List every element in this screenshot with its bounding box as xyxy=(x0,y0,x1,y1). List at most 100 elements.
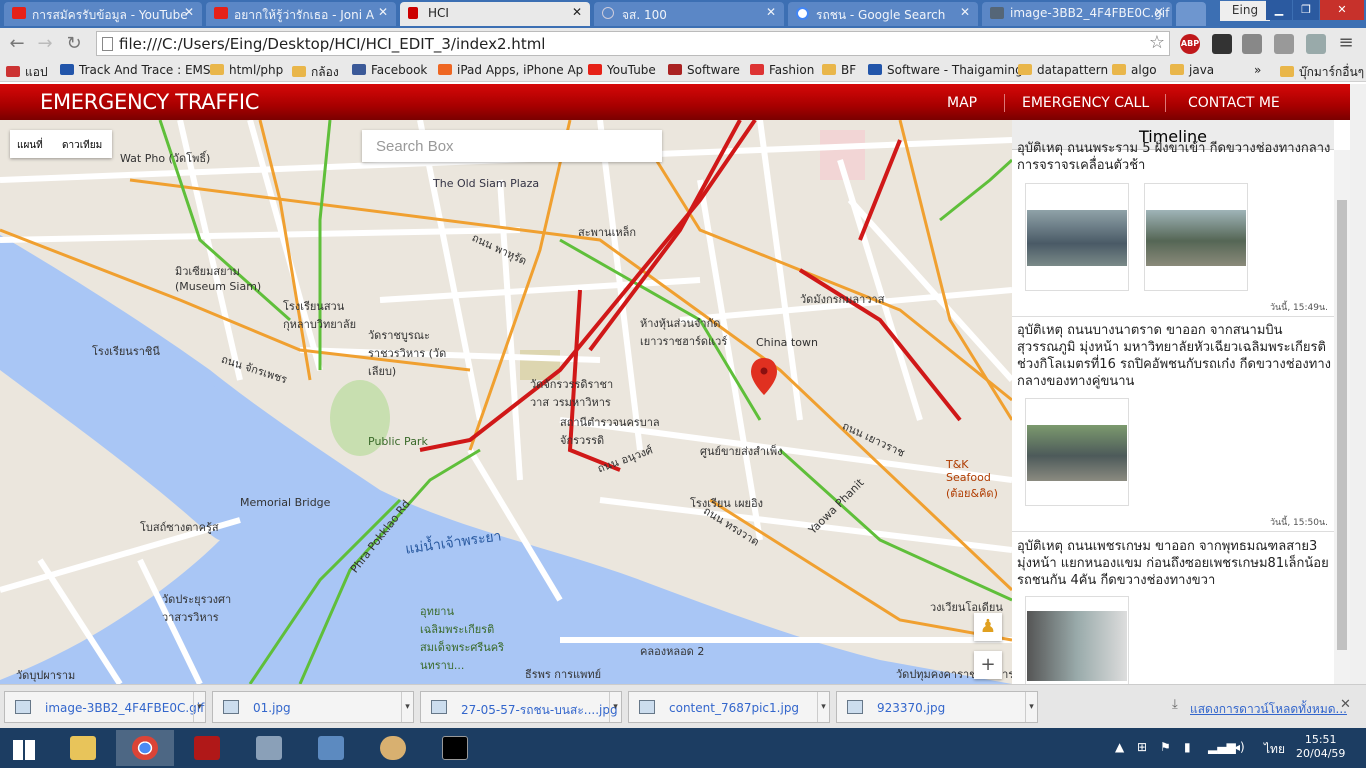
taskbar-app-computer[interactable] xyxy=(302,730,360,766)
accident-photo[interactable] xyxy=(1025,183,1129,291)
taskbar-file-explorer[interactable] xyxy=(54,730,112,766)
volume-icon[interactable]: ◂) xyxy=(1234,740,1245,754)
tray-overflow-icon[interactable]: ▲ xyxy=(1115,740,1124,754)
new-tab-button[interactable] xyxy=(1176,2,1206,26)
bookmark-software[interactable]: Software xyxy=(668,63,740,77)
close-tab-icon[interactable]: ✕ xyxy=(766,5,776,19)
taskbar-chrome[interactable] xyxy=(116,730,174,766)
menu-icon[interactable]: ≡ xyxy=(1336,34,1356,54)
battery-icon[interactable]: ▮ xyxy=(1184,740,1191,754)
taskbar-paint[interactable] xyxy=(364,730,422,766)
bookmarks-bar: แอป Track And Trace : EMS html/php กล้อง… xyxy=(0,60,1366,82)
nav-emergency-call[interactable]: EMERGENCY CALL xyxy=(1022,95,1149,111)
close-window-button[interactable]: ✕ xyxy=(1320,0,1364,20)
tab-title: จส. 100 xyxy=(622,8,667,22)
close-tab-icon[interactable]: ✕ xyxy=(184,5,194,19)
bookmark-ipad-apps[interactable]: iPad Apps, iPhone Ap xyxy=(438,63,583,77)
minimize-button[interactable]: ▁ xyxy=(1266,0,1292,20)
bookmark-apps[interactable]: แอป xyxy=(6,63,48,82)
start-button[interactable] xyxy=(0,730,48,766)
timeline-scrollbar[interactable] xyxy=(1334,150,1350,684)
drive-icon[interactable] xyxy=(1274,34,1294,54)
close-tab-icon[interactable]: ✕ xyxy=(572,5,582,19)
browser-tab-youtube-subscriptions[interactable]: การสมัครรับข้อมูล - YouTube ✕ xyxy=(4,2,202,26)
bookmark-thaigaming[interactable]: Software - Thaigaming xyxy=(868,63,1023,77)
chevron-down-icon[interactable]: ▾ xyxy=(817,692,829,722)
windows-flag-icon[interactable]: ⊞ xyxy=(1137,740,1147,754)
close-tab-icon[interactable]: ✕ xyxy=(1154,5,1164,19)
close-tab-icon[interactable]: ✕ xyxy=(960,5,970,19)
browser-tab-youtube-song[interactable]: อยากให้รู้ว่ารักเธอ - Joni A ✕ xyxy=(206,2,396,26)
network-signal-icon[interactable]: ▂▄▆ xyxy=(1208,740,1236,754)
bookmark-star-icon[interactable]: ☆ xyxy=(1149,32,1165,53)
download-item[interactable]: content_7687pic1.jpg ▾ xyxy=(628,691,830,723)
back-arrow-icon[interactable]: ← xyxy=(6,33,28,55)
restore-button[interactable]: ❐ xyxy=(1293,0,1319,20)
download-item[interactable]: 01.jpg ▾ xyxy=(212,691,414,723)
map-search-input[interactable] xyxy=(362,130,662,162)
map-label: ห้างหุ้นส่วนจำกัดเยาวราชฮาร์ดแวร์ xyxy=(640,317,728,348)
page-scrollbar[interactable] xyxy=(1350,84,1366,684)
folder-icon xyxy=(70,736,96,760)
accident-photo[interactable] xyxy=(1025,398,1129,506)
timeline-post-3-text: อุบัติเหตุ ถนนเพชรเกษม ขาออก จากพุทธมณฑล… xyxy=(1017,539,1329,588)
reload-icon[interactable]: ↻ xyxy=(63,33,85,55)
street-view-pegman-icon[interactable]: ♟ xyxy=(974,613,1002,641)
bookmark-facebook[interactable]: Facebook xyxy=(352,63,427,77)
bookmark-folder-other[interactable]: บุ๊กมาร์กอื่นๆ xyxy=(1280,63,1364,82)
adblock-icon[interactable]: ABP xyxy=(1180,34,1200,54)
browser-tab-image[interactable]: image-3BB2_4F4FBE0C.gif ✕ xyxy=(982,2,1172,26)
taskbar-clock[interactable]: 15:51 20/04/59 xyxy=(1296,733,1345,761)
taskbar-app-network[interactable] xyxy=(240,730,298,766)
extension-icon[interactable] xyxy=(1306,34,1326,54)
windows-logo-icon xyxy=(13,740,35,760)
bookmark-track-trace[interactable]: Track And Trace : EMS xyxy=(60,63,211,77)
tab-title: รถชน - Google Search xyxy=(816,8,946,22)
bookmark-label: BF xyxy=(841,63,857,77)
close-downloads-icon[interactable]: ✕ xyxy=(1340,697,1351,712)
action-center-icon[interactable]: ⚑ xyxy=(1160,740,1171,754)
camera-icon[interactable] xyxy=(1242,34,1262,54)
accident-photo[interactable] xyxy=(1025,596,1129,684)
nav-contact-me[interactable]: CONTACT ME xyxy=(1188,95,1280,111)
forward-arrow-icon[interactable]: → xyxy=(34,33,56,55)
chevron-down-icon[interactable]: ▾ xyxy=(609,692,621,722)
bookmark-folder-datapattern[interactable]: datapattern xyxy=(1018,63,1108,77)
language-indicator[interactable]: ไทย xyxy=(1264,740,1285,759)
bookmark-youtube[interactable]: YouTube xyxy=(588,63,656,77)
download-filename: 923370.jpg xyxy=(877,701,946,715)
browser-tab-hci[interactable]: HCI ✕ xyxy=(400,2,590,26)
bookmarks-overflow-icon[interactable]: » xyxy=(1254,63,1261,77)
chevron-down-icon[interactable]: ▾ xyxy=(193,692,205,722)
download-item[interactable]: 923370.jpg ▾ xyxy=(836,691,1038,723)
folder-icon xyxy=(210,64,224,75)
zoom-in-button[interactable]: + xyxy=(974,651,1002,679)
browser-tab-js100[interactable]: จส. 100 ✕ xyxy=(594,2,784,26)
taskbar-command-prompt[interactable] xyxy=(426,730,484,766)
bookmark-folder-java[interactable]: java xyxy=(1170,63,1214,77)
show-all-downloads-link[interactable]: แสดงการดาวน์โหลดทั้งหมด... xyxy=(1190,700,1347,719)
bookmark-folder-algo[interactable]: algo xyxy=(1112,63,1157,77)
scrollbar-thumb[interactable] xyxy=(1337,200,1347,650)
download-item[interactable]: 27-05-57-รถชน-บนสะ....jpg ▾ xyxy=(420,691,622,723)
bookmark-folder-html-php[interactable]: html/php xyxy=(210,63,283,77)
bookmark-fashion[interactable]: Fashion xyxy=(750,63,814,77)
nav-map[interactable]: MAP xyxy=(947,95,977,111)
incognito-icon[interactable] xyxy=(1212,34,1232,54)
download-item[interactable]: image-3BB2_4F4FBE0C.gif ▾ xyxy=(4,691,206,723)
address-bar[interactable]: file:///C:/Users/Eing/Desktop/HCI/HCI_ED… xyxy=(96,31,1170,56)
chevron-down-icon[interactable]: ▾ xyxy=(401,692,413,722)
map-view[interactable]: Wat Pho (วัดโพธิ์) The Old Siam Plaza สะ… xyxy=(0,120,1012,684)
bookmark-label: Fashion xyxy=(769,63,815,77)
browser-tab-google-search[interactable]: รถชน - Google Search ✕ xyxy=(788,2,978,26)
close-tab-icon[interactable]: ✕ xyxy=(378,5,388,19)
map-type-satellite-button[interactable]: ดาวเทียม xyxy=(62,138,102,153)
map-type-map-button[interactable]: แผนที่ xyxy=(17,138,43,153)
bookmark-folder-bf[interactable]: BF xyxy=(822,63,856,77)
accident-photo[interactable] xyxy=(1144,183,1248,291)
profile-button[interactable]: Eing xyxy=(1220,1,1270,21)
chevron-down-icon[interactable]: ▾ xyxy=(1025,692,1037,722)
bookmark-folder-camera[interactable]: กล้อง xyxy=(292,63,339,82)
taskbar-app-red[interactable] xyxy=(178,730,236,766)
site-title[interactable]: EMERGENCY TRAFFIC xyxy=(40,90,259,114)
